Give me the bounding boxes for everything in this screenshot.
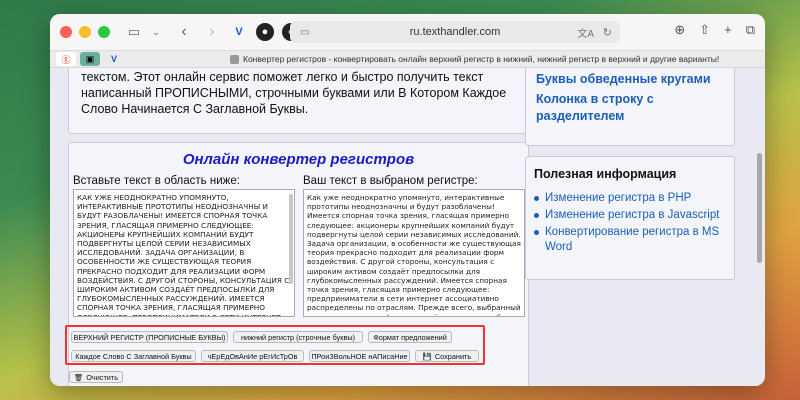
random-case-button[interactable]: ПРоиЗВольНОЕ нАПисаНие [309, 350, 410, 362]
sidebar-toggle-icon[interactable]: ▭ [124, 22, 144, 42]
clear-button-label: Очистить [86, 372, 119, 382]
chevron-down-icon[interactable]: ⌄ [146, 22, 166, 42]
sidebar-link-column-to-row[interactable]: Колонка в строку с разделителем [536, 91, 724, 125]
tab-overview-icon[interactable]: ⧉ [746, 22, 755, 38]
useful-link-msword[interactable]: Конвертирование регистра в MS Word [545, 225, 726, 255]
list-item[interactable]: Изменение регистра в Javascript [534, 208, 726, 223]
useful-info-list: Изменение регистра в PHP Изменение регис… [534, 191, 726, 255]
bullet-icon [534, 230, 539, 235]
url-text: ru.texthandler.com [409, 26, 501, 38]
forward-icon[interactable]: › [202, 22, 222, 42]
useful-info-title: Полезная информация [534, 167, 677, 181]
extension-v-icon[interactable]: V [230, 23, 248, 41]
input-label: Вставьте текст в область ниже: [73, 175, 240, 187]
upper-case-button[interactable]: ВЕРХНИЙ РЕГИСТР (ПРОПИСНЫЕ БУКВЫ) [71, 331, 228, 343]
active-tab[interactable]: Конвертер регистров - конвертировать онл… [230, 54, 719, 64]
browser-toolbar: ▭ ⌄ ‹ › V ● ◐ ⛉ ▭ ru.texthandler.com 文A … [50, 14, 765, 50]
clear-button[interactable]: 🗑 Очистить [69, 371, 123, 383]
useful-info-box: Полезная информация Изменение регистра в… [525, 156, 735, 280]
window-controls [60, 26, 110, 38]
list-item[interactable]: Изменение регистра в PHP [534, 191, 726, 206]
output-text: Как уже неоднократно упомянуто, интеракт… [307, 193, 521, 316]
extension-circle-icon[interactable]: ● [256, 23, 274, 41]
input-textarea[interactable]: КАК УЖЕ НЕОДНОКРАТНО УПОМЯНУТО, ИНТЕРАКТ… [73, 189, 295, 317]
output-label: Ваш текст в выбраном регистре: [303, 175, 478, 187]
close-window-button[interactable] [60, 26, 72, 38]
reload-icon[interactable]: ↻ [603, 26, 612, 39]
pinned-tab-1[interactable]: ⓖ [56, 52, 76, 66]
useful-link-php[interactable]: Изменение регистра в PHP [545, 191, 691, 206]
useful-link-js[interactable]: Изменение регистра в Javascript [545, 208, 719, 223]
list-item[interactable]: Конвертирование регистра в MS Word [534, 225, 726, 255]
save-button[interactable]: 💾 Сохранить [415, 350, 479, 362]
trash-icon: 🗑 [73, 372, 84, 382]
intro-text: текстом. Этот онлайн сервис поможет легк… [81, 70, 507, 116]
bullet-icon [534, 196, 539, 201]
page-menu-icon[interactable]: ▭ [300, 27, 309, 38]
converter-title: Онлайн конвертер регистров [182, 151, 415, 168]
share-icon[interactable]: ⇧ [699, 22, 710, 38]
minimize-window-button[interactable] [79, 26, 91, 38]
tab-bar: ⓖ ▣ V Конвертер регистров - конвертирова… [50, 50, 765, 68]
toolbar-right: ⊕ ⇧ + ⧉ [674, 22, 755, 38]
sidebar-link-circled-letters[interactable]: Буквы обведенные кругами [536, 71, 724, 88]
intro-box: текстом. Этот онлайн сервис поможет легк… [68, 68, 529, 134]
new-tab-icon[interactable]: + [724, 22, 732, 38]
pinned-tab-3[interactable]: V [104, 52, 124, 66]
save-icon: 💾 [422, 351, 432, 361]
sentence-case-button[interactable]: Формат предложений [368, 331, 452, 343]
input-text: КАК УЖЕ НЕОДНОКРАТНО УПОМЯНУТО, ИНТЕРАКТ… [77, 193, 290, 316]
alternating-case-button[interactable]: чЕрЕдОвАнИе рЕгИсТрОв [201, 350, 304, 362]
browser-window: ▭ ⌄ ‹ › V ● ◐ ⛉ ▭ ru.texthandler.com 文A … [50, 14, 765, 386]
save-button-label: Сохранить [434, 351, 472, 361]
back-icon[interactable]: ‹ [174, 22, 194, 42]
sidebar-links-box: Буквы обведенные кругами Колонка в строк… [525, 68, 735, 146]
input-scrollbar[interactable] [289, 194, 293, 284]
maximize-window-button[interactable] [98, 26, 110, 38]
converter-box: Онлайн конвертер регистров Вставьте текс… [65, 142, 529, 386]
address-bar[interactable]: ▭ ru.texthandler.com 文A ↻ [290, 21, 620, 43]
download-icon[interactable]: ⊕ [674, 22, 685, 38]
tab-title-text: Конвертер регистров - конвертировать онл… [243, 54, 720, 64]
page-content: текстом. Этот онлайн сервис поможет легк… [50, 68, 765, 386]
lower-case-button[interactable]: нижний регистр (строчные буквы) [233, 331, 363, 343]
page-scrollbar[interactable] [757, 153, 762, 263]
bullet-icon [534, 213, 539, 218]
output-textarea[interactable]: Как уже неоднократно упомянуто, интеракт… [303, 189, 525, 317]
case-buttons-group: ВЕРХНИЙ РЕГИСТР (ПРОПИСНЫЕ БУКВЫ) нижний… [65, 325, 485, 365]
tab-favicon-icon [230, 54, 239, 64]
pinned-tab-2[interactable]: ▣ [80, 52, 100, 66]
title-case-button[interactable]: Каждое Слово С Заглавной Буквы [71, 350, 196, 362]
translate-icon[interactable]: 文A [577, 25, 594, 40]
